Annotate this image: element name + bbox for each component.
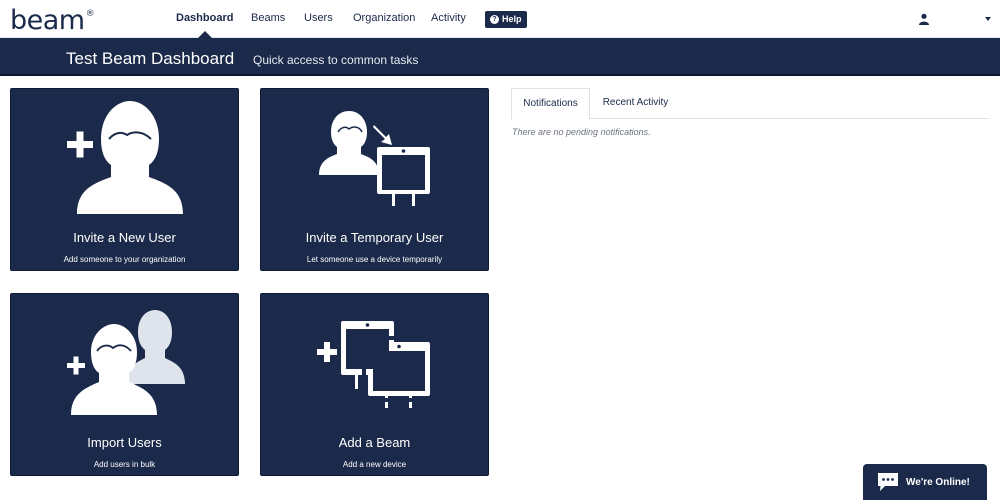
help-button[interactable]: ? Help — [485, 11, 527, 28]
chat-label: We're Online! — [906, 477, 970, 488]
tile-title: Invite a Temporary User — [305, 230, 444, 245]
nav-organization[interactable]: Organization — [353, 12, 415, 24]
nav-dashboard[interactable]: Dashboard — [176, 12, 233, 24]
temporary-user-icon — [319, 111, 430, 206]
user-menu-dropdown[interactable] — [912, 10, 992, 28]
nav-activity[interactable]: Activity — [431, 12, 466, 24]
help-label: Help — [502, 14, 522, 24]
invite-new-user-tile[interactable]: Invite a New User Add someone to your or… — [10, 88, 239, 271]
beam-logo[interactable]: beam® — [10, 5, 95, 36]
empty-notifications-message: There are no pending notifications. — [512, 127, 651, 137]
logo-registered-mark: ® — [85, 9, 95, 19]
page-header: Test Beam Dashboard Quick access to comm… — [0, 38, 1000, 76]
tab-recent-activity[interactable]: Recent Activity — [592, 88, 679, 119]
add-beam-icon — [317, 321, 442, 408]
nav-users[interactable]: Users — [304, 12, 333, 24]
chevron-down-icon — [985, 17, 991, 21]
add-beam-tile[interactable]: Add a Beam Add a new device — [260, 293, 489, 476]
tile-title: Import Users — [87, 435, 162, 450]
active-nav-indicator — [198, 31, 212, 38]
top-navbar: beam® Dashboard Beams Users Organization… — [0, 0, 1000, 38]
activity-tabs: Notifications Recent Activity — [511, 88, 989, 120]
invite-temporary-user-tile[interactable]: Invite a Temporary User Let someone use … — [260, 88, 489, 271]
tile-title: Invite a New User — [73, 230, 176, 245]
tab-notifications[interactable]: Notifications — [511, 88, 590, 120]
question-circle-icon: ? — [490, 15, 499, 24]
page-subtitle: Quick access to common tasks — [253, 53, 419, 67]
tile-title: Add a Beam — [338, 435, 411, 450]
logo-text: beam — [10, 5, 85, 36]
tile-description: Add a new device — [342, 460, 407, 469]
chat-bubble-icon — [878, 473, 898, 491]
user-icon — [919, 13, 929, 25]
page-title: Test Beam Dashboard — [66, 49, 235, 68]
add-user-icon — [67, 101, 183, 214]
chat-widget[interactable]: We're Online! — [863, 464, 987, 500]
tile-description: Add users in bulk — [93, 460, 156, 469]
tile-description: Let someone use a device temporarily — [306, 255, 443, 264]
tile-description: Add someone to your organization — [63, 255, 186, 264]
import-users-icon — [67, 310, 185, 415]
nav-beams[interactable]: Beams — [251, 12, 285, 24]
import-users-tile[interactable]: Import Users Add users in bulk — [10, 293, 239, 476]
